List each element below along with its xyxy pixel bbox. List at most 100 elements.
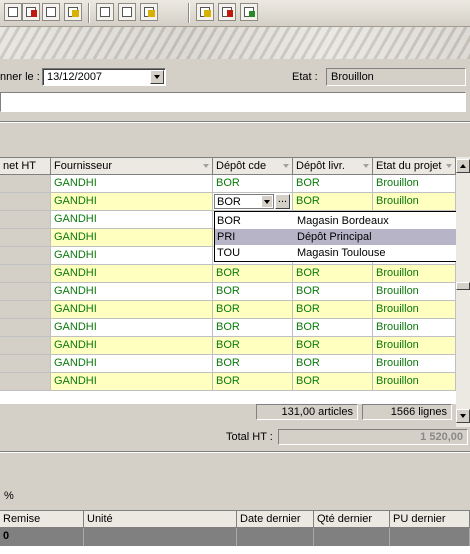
net-ht-cell[interactable]: [0, 337, 51, 355]
flag-icon[interactable]: [218, 3, 236, 21]
fournisseur-cell[interactable]: GANDHI: [51, 247, 213, 265]
doc-icon[interactable]: [22, 3, 40, 21]
etat-cell[interactable]: Brouillon: [373, 337, 456, 355]
chevron-down-icon[interactable]: [150, 70, 164, 84]
table-row[interactable]: GANDHI BOR BOR Brouillon: [0, 175, 456, 193]
column-header-unite[interactable]: Unité: [84, 511, 237, 528]
column-header-remise[interactable]: Remise: [0, 511, 84, 528]
depot-livr-cell[interactable]: BOR: [293, 373, 373, 391]
dropdown-option[interactable]: TOU Magasin Toulouse: [215, 245, 469, 261]
doc-icon[interactable]: [4, 3, 22, 21]
dropdown-option[interactable]: BOR Magasin Bordeaux: [215, 213, 469, 229]
column-header-depot-cde[interactable]: Dépôt cde: [213, 158, 293, 175]
depot-cde-cell[interactable]: BOR: [213, 265, 293, 283]
text-field[interactable]: [0, 92, 466, 112]
depot-cde-cell[interactable]: BOR: [213, 301, 293, 319]
net-ht-cell[interactable]: [0, 283, 51, 301]
net-ht-cell[interactable]: [0, 247, 51, 265]
pu-dernier-cell[interactable]: [390, 528, 470, 546]
net-ht-cell[interactable]: [0, 301, 51, 319]
fournisseur-cell[interactable]: GANDHI: [51, 193, 213, 211]
fournisseur-cell[interactable]: GANDHI: [51, 337, 213, 355]
scroll-down-icon[interactable]: [456, 409, 470, 423]
unite-cell[interactable]: [84, 528, 237, 546]
column-header-qte-dernier[interactable]: Qté dernier: [314, 511, 390, 528]
depot-cde-cell[interactable]: BOR: [213, 373, 293, 391]
column-header-depot-livr[interactable]: Dépôt livr.: [293, 158, 373, 175]
date-dernier-cell[interactable]: [237, 528, 314, 546]
etat-cell[interactable]: Brouillon: [373, 355, 456, 373]
etat-cell[interactable]: Brouillon: [373, 193, 456, 211]
fournisseur-cell[interactable]: GANDHI: [51, 229, 213, 247]
table-row[interactable]: GANDHI BOR BOR Brouillon: [0, 283, 456, 301]
scroll-up-icon[interactable]: [456, 159, 470, 173]
money-bag-icon[interactable]: [240, 3, 258, 21]
qte-dernier-cell[interactable]: [314, 528, 390, 546]
column-header-pu-dernier[interactable]: PU dernier: [390, 511, 470, 528]
lines-grid[interactable]: net HT Fournisseur Dépôt cde Dépôt livr.…: [0, 157, 456, 404]
depot-cde-cell[interactable]: BOR: [213, 337, 293, 355]
etat-cell[interactable]: Brouillon: [373, 175, 456, 193]
folder-icon[interactable]: [140, 3, 158, 21]
scroll-thumb[interactable]: [456, 282, 470, 290]
depot-livr-cell[interactable]: BOR: [293, 175, 373, 193]
table-row[interactable]: GANDHI BOR BOR Brouillon: [0, 373, 456, 391]
fournisseur-cell[interactable]: GANDHI: [51, 373, 213, 391]
browse-button[interactable]: ...: [275, 194, 290, 209]
dropdown-option[interactable]: PRI Dépôt Principal: [215, 229, 469, 245]
sheet-icon[interactable]: [196, 3, 214, 21]
fournisseur-cell[interactable]: GANDHI: [51, 265, 213, 283]
stack-icon[interactable]: [96, 3, 114, 21]
fournisseur-cell[interactable]: GANDHI: [51, 355, 213, 373]
depot-livr-cell[interactable]: BOR: [293, 193, 373, 211]
depot-livr-cell[interactable]: BOR: [293, 265, 373, 283]
fournisseur-cell[interactable]: GANDHI: [51, 175, 213, 193]
depot-dropdown-list[interactable]: BOR Magasin Bordeaux PRI Dépôt Principal TOU…: [214, 211, 470, 262]
table-row[interactable]: 0: [0, 528, 470, 546]
table-row[interactable]: GANDHI BOR BOR Brouillon: [0, 355, 456, 373]
depot-cde-cell[interactable]: BOR: [213, 175, 293, 193]
depot-cde-editor[interactable]: BOR: [214, 194, 274, 209]
fournisseur-cell[interactable]: GANDHI: [51, 301, 213, 319]
column-header-net-ht[interactable]: net HT: [0, 158, 51, 175]
remise-cell[interactable]: 0: [0, 528, 84, 546]
column-header-etat-projet[interactable]: Etat du projet: [373, 158, 456, 175]
etat-cell[interactable]: Brouillon: [373, 373, 456, 391]
depot-livr-cell[interactable]: BOR: [293, 301, 373, 319]
etat-cell[interactable]: Brouillon: [373, 319, 456, 337]
mail-icon[interactable]: [64, 3, 82, 21]
table-row[interactable]: GANDHI BOR BOR Brouillon: [0, 319, 456, 337]
history-grid[interactable]: Remise Unité Date dernier Qté dernier PU…: [0, 510, 470, 554]
fournisseur-cell[interactable]: GANDHI: [51, 211, 213, 229]
print-icon[interactable]: [42, 3, 60, 21]
depot-livr-cell[interactable]: BOR: [293, 355, 373, 373]
depot-livr-cell[interactable]: BOR: [293, 283, 373, 301]
column-header-date-dernier[interactable]: Date dernier: [237, 511, 314, 528]
etat-cell[interactable]: Brouillon: [373, 301, 456, 319]
net-ht-cell[interactable]: [0, 319, 51, 337]
depot-cde-cell[interactable]: BOR: [213, 319, 293, 337]
net-ht-cell[interactable]: [0, 175, 51, 193]
fournisseur-cell[interactable]: GANDHI: [51, 319, 213, 337]
net-ht-cell[interactable]: [0, 373, 51, 391]
report-icon[interactable]: [118, 3, 136, 21]
vertical-scrollbar[interactable]: [456, 157, 470, 427]
etat-cell[interactable]: Brouillon: [373, 265, 456, 283]
net-ht-cell[interactable]: [0, 265, 51, 283]
table-row[interactable]: GANDHI BOR BOR Brouillon: [0, 265, 456, 283]
date-combobox[interactable]: 13/12/2007: [42, 68, 166, 86]
etat-cell[interactable]: Brouillon: [373, 283, 456, 301]
table-row[interactable]: GANDHI BOR... BOR Brouillon: [0, 193, 456, 211]
depot-cde-cell[interactable]: BOR...: [213, 193, 293, 211]
net-ht-cell[interactable]: [0, 355, 51, 373]
depot-livr-cell[interactable]: BOR: [293, 337, 373, 355]
depot-livr-cell[interactable]: BOR: [293, 319, 373, 337]
net-ht-cell[interactable]: [0, 229, 51, 247]
net-ht-cell[interactable]: [0, 211, 51, 229]
depot-cde-cell[interactable]: BOR: [213, 355, 293, 373]
column-header-fournisseur[interactable]: Fournisseur: [51, 158, 213, 175]
chevron-down-icon[interactable]: [262, 196, 272, 207]
table-row[interactable]: GANDHI BOR BOR Brouillon: [0, 301, 456, 319]
table-row[interactable]: GANDHI BOR BOR Brouillon: [0, 337, 456, 355]
depot-cde-cell[interactable]: BOR: [213, 283, 293, 301]
